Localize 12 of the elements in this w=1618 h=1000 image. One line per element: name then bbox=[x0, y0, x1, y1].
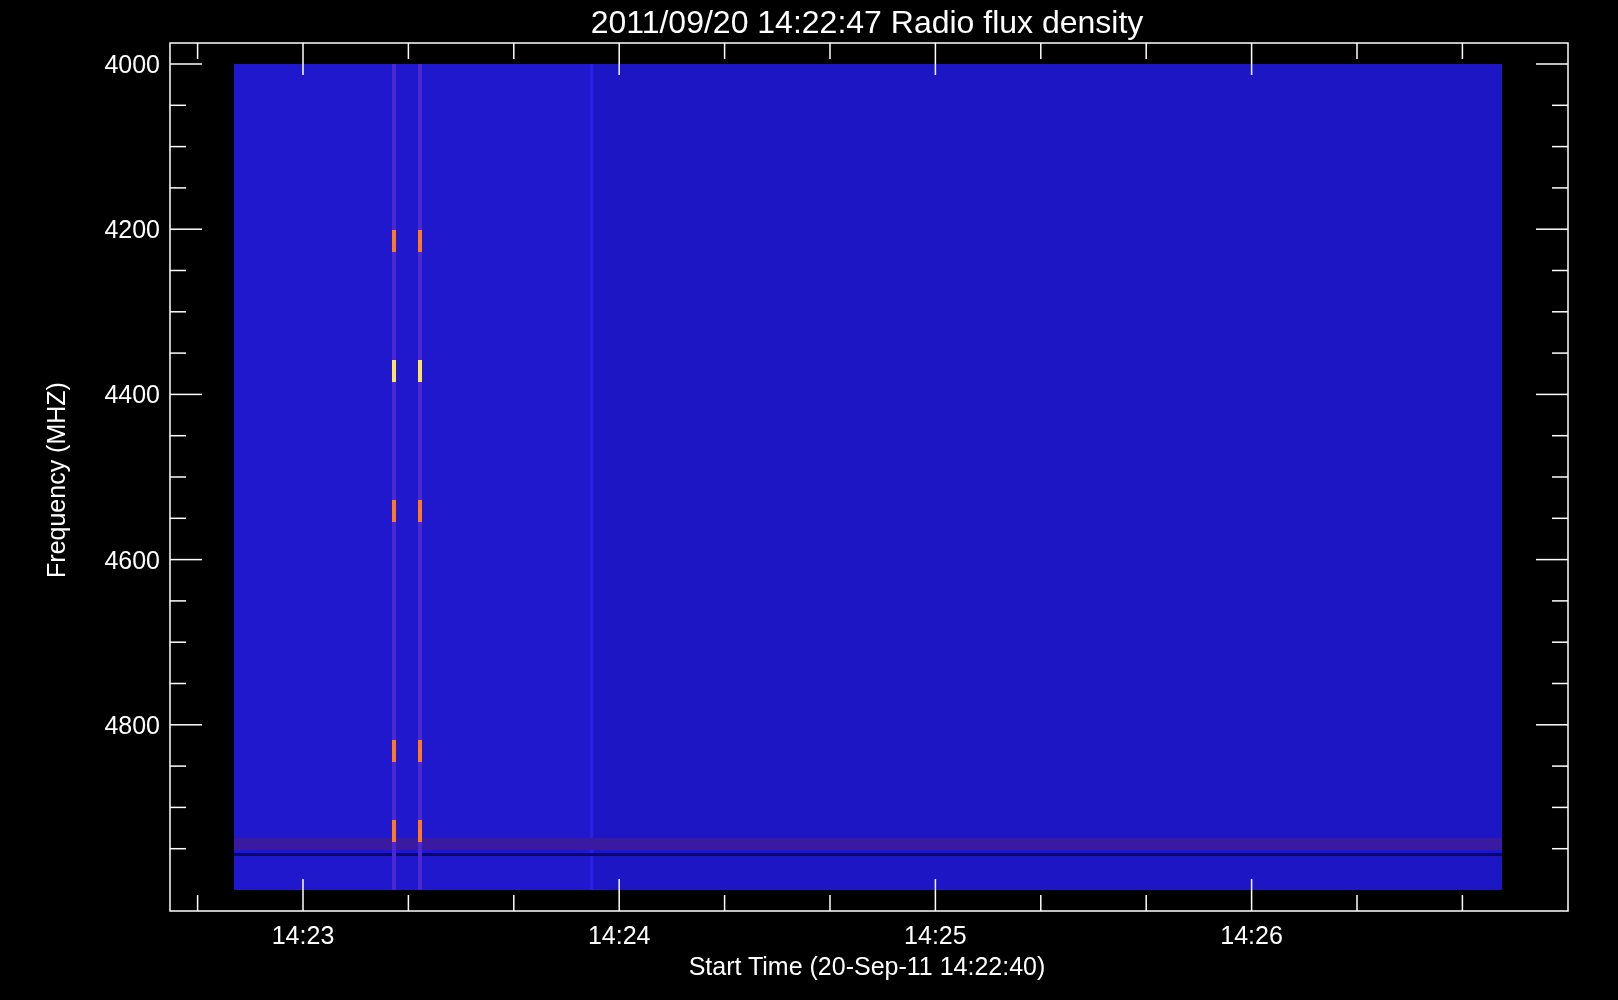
y-tick-label: 4400 bbox=[104, 380, 160, 409]
x-tick-label: 14:25 bbox=[904, 921, 967, 949]
x-tick-label: 14:26 bbox=[1220, 921, 1283, 949]
y-tick-label: 4000 bbox=[104, 50, 160, 78]
x-tick-label: 14:24 bbox=[587, 921, 651, 949]
x-tick-label: 14:23 bbox=[271, 921, 335, 949]
plot-title: 2011/09/20 14:22:47 Radio flux density bbox=[590, 4, 1144, 40]
y-tick-label: 4800 bbox=[104, 710, 160, 739]
y-tick-label: 4600 bbox=[104, 545, 160, 574]
y-tick-label: 4200 bbox=[104, 215, 160, 244]
x-axis-label: Start Time (20-Sep-11 14:22:40) bbox=[688, 952, 1046, 980]
y-axis-label: Frequency (MHZ) bbox=[42, 382, 70, 578]
